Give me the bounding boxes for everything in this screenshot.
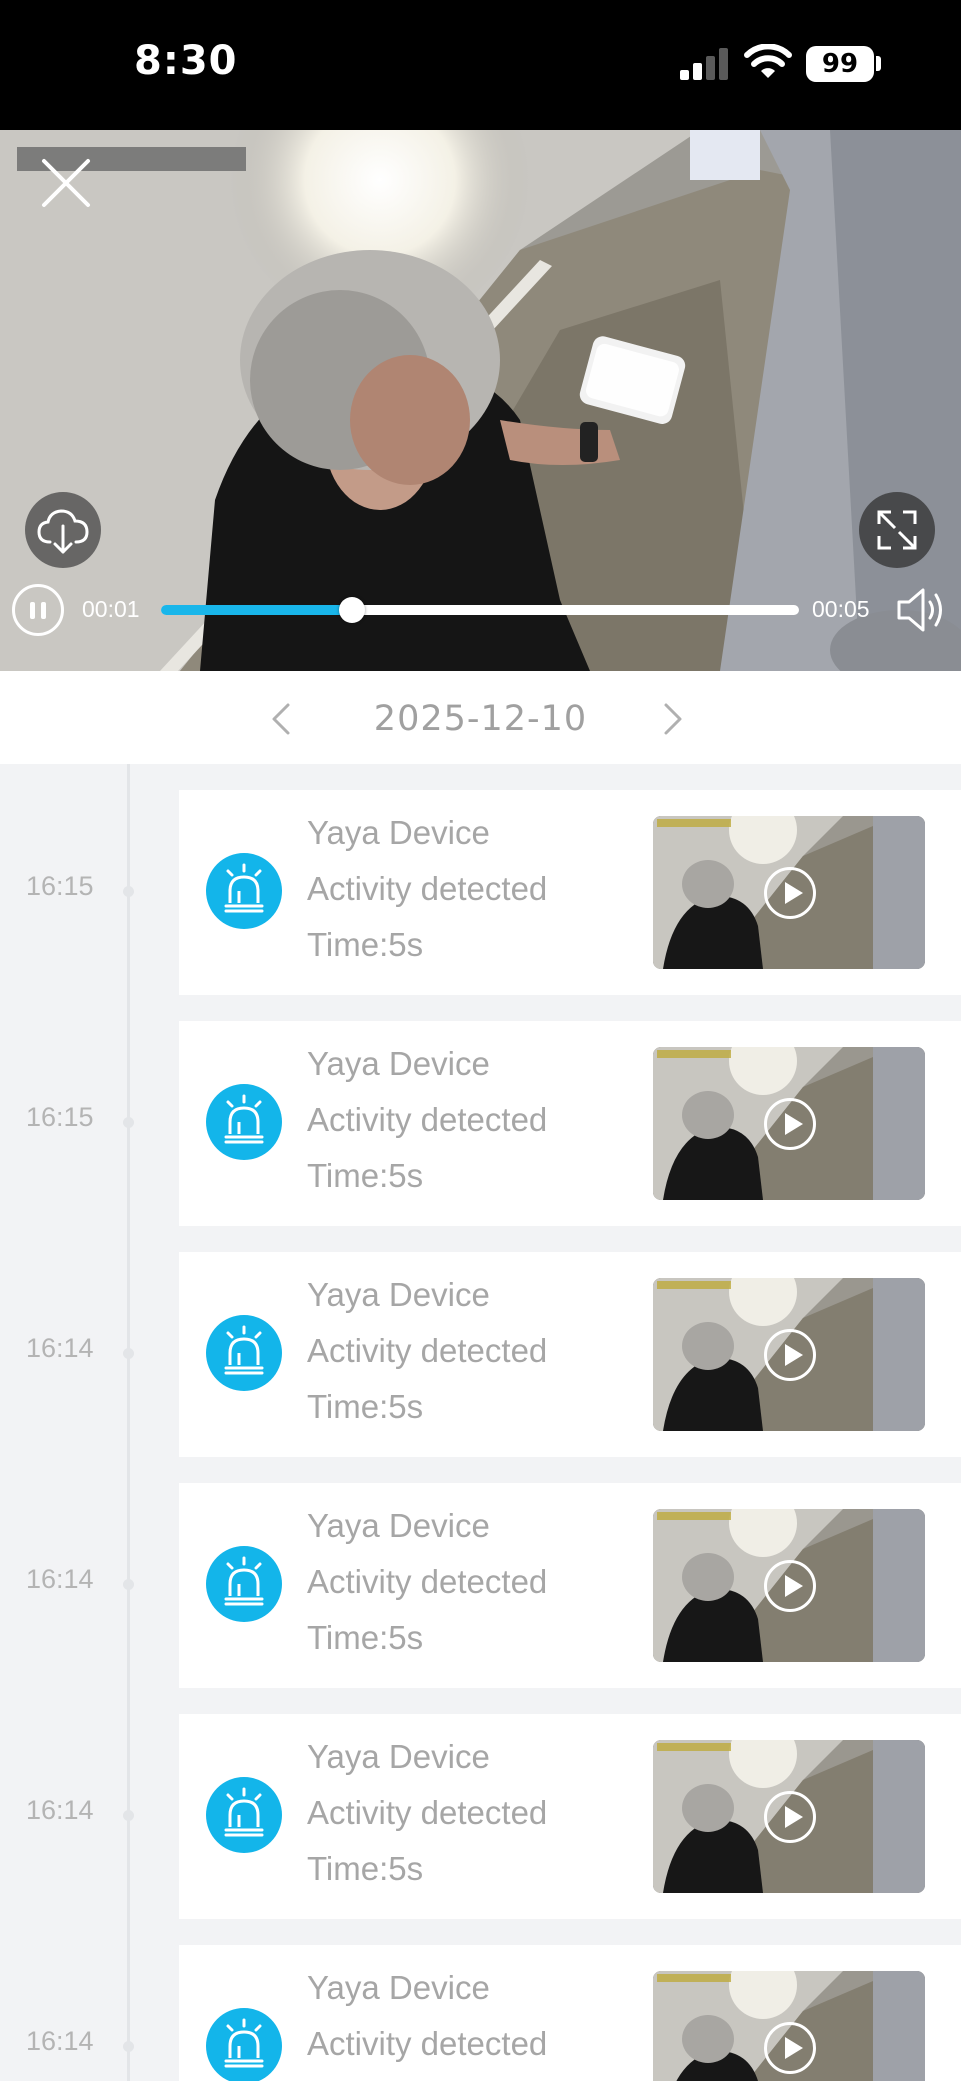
event-card[interactable]: Yaya Device Activity detected Time:5s xyxy=(179,1714,961,1919)
event-time: 16:15 xyxy=(26,871,94,901)
siren-icon xyxy=(224,1325,264,1375)
event-item[interactable]: 16:15 Yaya Device Activity detected Time… xyxy=(0,790,961,995)
event-item[interactable]: 16:14 Yaya Device Activity detected Time… xyxy=(0,1483,961,1688)
pause-icon xyxy=(30,602,35,619)
event-time: 16:14 xyxy=(26,1333,94,1363)
siren-icon xyxy=(224,1094,264,1144)
event-time: 16:14 xyxy=(26,1795,94,1825)
siren-icon xyxy=(224,863,264,913)
chevron-right-icon[interactable] xyxy=(658,701,686,737)
siren-icon xyxy=(224,2018,264,2068)
total-time: 00:05 xyxy=(812,596,870,622)
event-activity: Activity detected xyxy=(307,1794,548,1831)
alarm-icon xyxy=(206,1084,282,1160)
thumbnail-timestamp-overlay xyxy=(657,1281,731,1289)
cloud-download-icon xyxy=(37,509,89,554)
timeline-dot xyxy=(123,886,134,897)
event-thumbnail[interactable] xyxy=(653,1047,925,1200)
timeline-dot xyxy=(123,1810,134,1821)
event-device: Yaya Device xyxy=(307,1045,490,1082)
battery-nub xyxy=(876,56,881,71)
event-duration: Time:5s xyxy=(307,1388,424,1425)
thumbnail-timestamp-overlay xyxy=(657,1974,731,1982)
status-bar: 8:30 99 xyxy=(0,0,961,130)
event-activity: Activity detected xyxy=(307,1332,548,1369)
event-device: Yaya Device xyxy=(307,1276,490,1313)
status-time: 8:30 xyxy=(134,38,238,84)
alarm-icon xyxy=(206,1315,282,1391)
video-player[interactable]: 00:01 00:05 xyxy=(0,130,961,671)
date-navigation: 2025-12-10 xyxy=(0,671,961,764)
event-time: 16:14 xyxy=(26,1564,94,1594)
event-thumbnail[interactable] xyxy=(653,1509,925,1662)
event-card[interactable]: Yaya Device Activity detected Time:5s xyxy=(179,790,961,995)
event-time: 16:15 xyxy=(26,1102,94,1132)
siren-icon xyxy=(224,1787,264,1837)
event-duration: Time:5s xyxy=(307,1157,424,1194)
event-thumbnail[interactable] xyxy=(653,1740,925,1893)
thumbnail-timestamp-overlay xyxy=(657,1512,731,1520)
progress-fill xyxy=(161,605,353,615)
thumbnail-timestamp-overlay xyxy=(657,1743,731,1751)
alarm-icon xyxy=(206,1546,282,1622)
event-item[interactable]: 16:14 Yaya Device Activity detected Time… xyxy=(0,1714,961,1919)
event-device: Yaya Device xyxy=(307,1738,490,1775)
event-device: Yaya Device xyxy=(307,814,490,851)
volume-icon[interactable] xyxy=(893,582,949,638)
current-date: 2025-12-10 xyxy=(373,699,588,739)
event-activity: Activity detected xyxy=(307,870,548,907)
current-time: 00:01 xyxy=(82,596,140,622)
play-icon[interactable] xyxy=(764,867,816,919)
event-device: Yaya Device xyxy=(307,1969,490,2006)
alarm-icon xyxy=(206,853,282,929)
event-activity: Activity detected xyxy=(307,1101,548,1138)
event-thumbnail[interactable] xyxy=(653,1278,925,1431)
siren-icon xyxy=(224,1556,264,1606)
fullscreen-icon xyxy=(877,510,917,550)
play-icon[interactable] xyxy=(764,1329,816,1381)
video-frame xyxy=(0,130,961,671)
event-item[interactable]: 16:14 Yaya Device Activity detected Time… xyxy=(0,1252,961,1457)
timeline-dot xyxy=(123,1348,134,1359)
event-card[interactable]: Yaya Device Activity detected Time:5s xyxy=(179,1945,961,2081)
battery-indicator: 99 xyxy=(806,46,874,82)
play-icon[interactable] xyxy=(764,1791,816,1843)
event-duration: Time:5s xyxy=(307,926,424,963)
cellular-signal-icon xyxy=(680,48,728,80)
play-icon[interactable] xyxy=(764,1560,816,1612)
event-card[interactable]: Yaya Device Activity detected Time:5s xyxy=(179,1252,961,1457)
alarm-icon xyxy=(206,2008,282,2081)
play-icon[interactable] xyxy=(764,2022,816,2074)
wifi-icon xyxy=(744,44,792,78)
timeline-dot xyxy=(123,1117,134,1128)
thumbnail-timestamp-overlay xyxy=(657,819,731,827)
event-item[interactable]: 16:14 Yaya Device Activity detected Time… xyxy=(0,1945,961,2081)
event-card[interactable]: Yaya Device Activity detected Time:5s xyxy=(179,1021,961,1226)
event-card[interactable]: Yaya Device Activity detected Time:5s xyxy=(179,1483,961,1688)
timeline-dot xyxy=(123,1579,134,1590)
event-duration: Time:5s xyxy=(307,1850,424,1887)
event-activity: Activity detected xyxy=(307,2025,548,2062)
event-time: 16:14 xyxy=(26,2026,94,2056)
timeline-dot xyxy=(123,2041,134,2052)
event-device: Yaya Device xyxy=(307,1507,490,1544)
event-activity: Activity detected xyxy=(307,1563,548,1600)
event-thumbnail[interactable] xyxy=(653,1971,925,2081)
event-item[interactable]: 16:15 Yaya Device Activity detected Time… xyxy=(0,1021,961,1226)
download-button[interactable] xyxy=(25,492,101,568)
event-duration: Time:5s xyxy=(307,1619,424,1656)
alarm-icon xyxy=(206,1777,282,1853)
pause-button[interactable] xyxy=(12,584,64,636)
close-icon[interactable] xyxy=(38,155,94,211)
thumbnail-timestamp-overlay xyxy=(657,1050,731,1058)
event-thumbnail[interactable] xyxy=(653,816,925,969)
play-icon[interactable] xyxy=(764,1098,816,1150)
fullscreen-button[interactable] xyxy=(859,492,935,568)
progress-track[interactable] xyxy=(161,605,799,615)
